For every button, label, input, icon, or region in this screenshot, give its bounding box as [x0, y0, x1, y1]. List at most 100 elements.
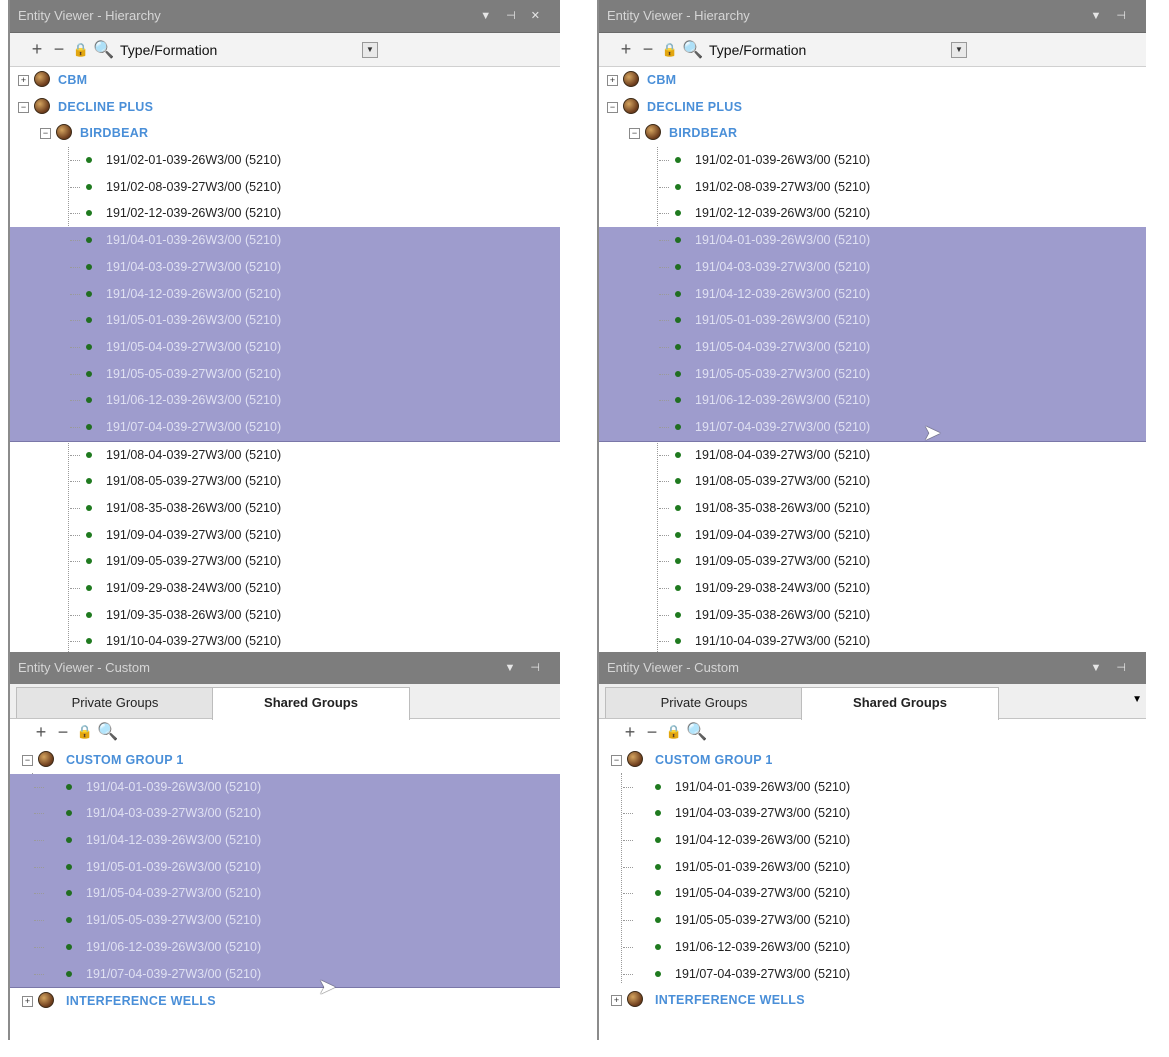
- well-row[interactable]: 191/09-04-039-27W3/00 (5210): [599, 522, 1146, 549]
- well-row[interactable]: 191/02-12-039-26W3/00 (5210): [599, 200, 1146, 227]
- well-row[interactable]: 191/09-29-038-24W3/00 (5210): [599, 575, 1146, 602]
- chevron-down-icon[interactable]: ▼: [951, 41, 967, 58]
- well-row[interactable]: 191/09-05-039-27W3/00 (5210): [10, 548, 560, 575]
- titlebar-controls[interactable]: ▼ ⊣ ✕: [480, 0, 546, 32]
- collapse-icon[interactable]: −: [629, 128, 640, 140]
- search-icon[interactable]: 🔍: [92, 40, 116, 60]
- well-row[interactable]: 191/06-12-039-26W3/00 (5210): [10, 387, 560, 414]
- tree-group-decline-plus[interactable]: − DECLINE PLUS: [10, 94, 560, 121]
- tree-group-birdbear[interactable]: − BIRDBEAR: [10, 120, 560, 147]
- collapse-icon[interactable]: −: [22, 755, 33, 766]
- chevron-down-icon[interactable]: ▼: [1132, 694, 1142, 705]
- add-icon[interactable]: +: [26, 39, 48, 60]
- well-row[interactable]: 191/07-04-039-27W3/00 (5210): [599, 413, 1146, 442]
- well-row[interactable]: 191/04-12-039-26W3/00 (5210): [599, 280, 1146, 308]
- titlebar-controls[interactable]: ▼ ⊣: [1090, 0, 1132, 32]
- well-row[interactable]: 191/05-05-039-27W3/00 (5210): [599, 360, 1146, 388]
- tab-private-groups[interactable]: Private Groups: [605, 687, 803, 718]
- well-row[interactable]: 191/04-03-039-27W3/00 (5210): [599, 253, 1146, 281]
- add-icon[interactable]: +: [619, 722, 641, 743]
- well-row[interactable]: 191/09-35-038-26W3/00 (5210): [10, 602, 560, 629]
- well-row[interactable]: 191/05-05-039-27W3/00 (5210): [10, 907, 560, 934]
- collapse-icon[interactable]: −: [607, 101, 618, 113]
- well-row[interactable]: 191/05-01-039-26W3/00 (5210): [599, 854, 1146, 881]
- well-row[interactable]: 191/02-01-039-26W3/00 (5210): [10, 147, 560, 174]
- well-row[interactable]: 191/05-04-039-27W3/00 (5210): [599, 880, 1146, 907]
- tree-group-custom-group-1[interactable]: − CUSTOM GROUP 1: [599, 747, 1146, 774]
- search-icon[interactable]: 🔍: [96, 722, 120, 742]
- titlebar-controls[interactable]: ▼ ⊣: [504, 652, 546, 684]
- well-row[interactable]: 191/08-04-039-27W3/00 (5210): [599, 442, 1146, 469]
- lock-icon[interactable]: 🔒: [659, 42, 681, 58]
- well-row[interactable]: 191/05-01-039-26W3/00 (5210): [10, 307, 560, 334]
- grouping-combo[interactable]: Type/Formation ▼: [120, 40, 378, 60]
- well-row[interactable]: 191/05-05-039-27W3/00 (5210): [599, 907, 1146, 934]
- tree-group-decline-plus[interactable]: − DECLINE PLUS: [599, 94, 1146, 121]
- well-row[interactable]: 191/10-04-039-27W3/00 (5210): [10, 628, 560, 652]
- search-icon[interactable]: 🔍: [685, 722, 709, 742]
- expand-icon[interactable]: +: [18, 75, 29, 86]
- well-row[interactable]: 191/08-05-039-27W3/00 (5210): [599, 468, 1146, 495]
- well-row[interactable]: 191/05-01-039-26W3/00 (5210): [599, 307, 1146, 334]
- add-icon[interactable]: +: [30, 722, 52, 743]
- well-row[interactable]: 191/04-01-039-26W3/00 (5210): [599, 227, 1146, 254]
- tab-private-groups[interactable]: Private Groups: [16, 687, 214, 718]
- well-row[interactable]: 191/04-01-039-26W3/00 (5210): [10, 227, 560, 254]
- well-row[interactable]: 191/05-04-039-27W3/00 (5210): [10, 333, 560, 361]
- well-row[interactable]: 191/07-04-039-27W3/00 (5210): [599, 961, 1146, 988]
- collapse-icon[interactable]: −: [18, 101, 29, 113]
- well-row[interactable]: 191/05-05-039-27W3/00 (5210): [10, 360, 560, 388]
- well-row[interactable]: 191/04-12-039-26W3/00 (5210): [599, 827, 1146, 854]
- well-row[interactable]: 191/08-05-039-27W3/00 (5210): [10, 468, 560, 495]
- lock-icon[interactable]: 🔒: [70, 42, 92, 58]
- expand-icon[interactable]: +: [611, 995, 622, 1007]
- titlebar-controls[interactable]: ▼ ⊣: [1090, 652, 1132, 684]
- collapse-icon[interactable]: −: [40, 128, 51, 140]
- tree-group-cbm[interactable]: + CBM: [10, 67, 560, 94]
- tab-shared-groups[interactable]: Shared Groups: [212, 687, 410, 720]
- well-row[interactable]: 191/06-12-039-26W3/00 (5210): [10, 933, 560, 961]
- well-row[interactable]: 191/06-12-039-26W3/00 (5210): [599, 934, 1146, 961]
- tree-group-interference-wells[interactable]: + INTERFERENCE WELLS: [599, 987, 1146, 1014]
- tree-group-birdbear[interactable]: − BIRDBEAR: [599, 120, 1146, 147]
- well-row[interactable]: 191/06-12-039-26W3/00 (5210): [599, 387, 1146, 414]
- well-row[interactable]: 191/04-03-039-27W3/00 (5210): [10, 800, 560, 828]
- search-icon[interactable]: 🔍: [681, 40, 705, 60]
- well-row[interactable]: 191/09-04-039-27W3/00 (5210): [10, 522, 560, 549]
- well-row[interactable]: 191/04-12-039-26W3/00 (5210): [10, 280, 560, 308]
- well-row[interactable]: 191/02-08-039-27W3/00 (5210): [10, 174, 560, 201]
- tab-shared-groups[interactable]: Shared Groups: [801, 687, 999, 720]
- lock-icon[interactable]: 🔒: [74, 724, 96, 740]
- lock-icon[interactable]: 🔒: [663, 724, 685, 740]
- well-row[interactable]: 191/10-04-039-27W3/00 (5210): [599, 628, 1146, 652]
- well-row[interactable]: 191/08-35-038-26W3/00 (5210): [10, 495, 560, 522]
- grouping-combo[interactable]: Type/Formation ▼: [709, 40, 967, 60]
- tree-group-custom-group-1[interactable]: − CUSTOM GROUP 1: [10, 747, 560, 774]
- remove-icon[interactable]: −: [52, 722, 74, 743]
- well-row[interactable]: 191/04-03-039-27W3/00 (5210): [10, 253, 560, 281]
- well-row[interactable]: 191/07-04-039-27W3/00 (5210): [10, 413, 560, 442]
- well-row[interactable]: 191/05-04-039-27W3/00 (5210): [10, 880, 560, 908]
- chevron-down-icon[interactable]: ▼: [362, 41, 378, 58]
- well-row[interactable]: 191/07-04-039-27W3/00 (5210): [10, 960, 560, 989]
- expand-icon[interactable]: +: [22, 996, 33, 1008]
- well-row[interactable]: 191/02-08-039-27W3/00 (5210): [599, 174, 1146, 201]
- tree-group-interference-wells[interactable]: + INTERFERENCE WELLS: [10, 988, 560, 1015]
- well-row[interactable]: 191/04-01-039-26W3/00 (5210): [10, 773, 560, 801]
- well-row[interactable]: 191/08-04-039-27W3/00 (5210): [10, 442, 560, 469]
- remove-icon[interactable]: −: [641, 722, 663, 743]
- well-row[interactable]: 191/08-35-038-26W3/00 (5210): [599, 495, 1146, 522]
- well-row[interactable]: 191/04-01-039-26W3/00 (5210): [599, 774, 1146, 801]
- well-row[interactable]: 191/02-01-039-26W3/00 (5210): [599, 147, 1146, 174]
- well-row[interactable]: 191/04-12-039-26W3/00 (5210): [10, 827, 560, 854]
- expand-icon[interactable]: +: [607, 75, 618, 86]
- well-row[interactable]: 191/04-03-039-27W3/00 (5210): [599, 800, 1146, 827]
- well-row[interactable]: 191/09-29-038-24W3/00 (5210): [10, 575, 560, 602]
- well-row[interactable]: 191/05-04-039-27W3/00 (5210): [599, 333, 1146, 361]
- well-row[interactable]: 191/09-05-039-27W3/00 (5210): [599, 548, 1146, 575]
- remove-icon[interactable]: −: [48, 39, 70, 60]
- add-icon[interactable]: +: [615, 39, 637, 60]
- remove-icon[interactable]: −: [637, 39, 659, 60]
- tree-group-cbm[interactable]: + CBM: [599, 67, 1146, 94]
- well-row[interactable]: 191/05-01-039-26W3/00 (5210): [10, 853, 560, 881]
